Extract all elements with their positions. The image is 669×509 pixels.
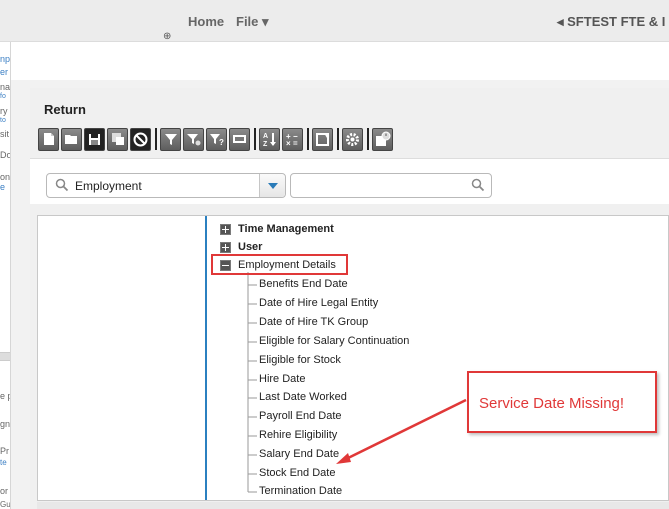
sidebar-fragment: e p <box>0 391 10 401</box>
sidebar-fragment[interactable]: te <box>0 458 7 467</box>
open-folder-icon[interactable] <box>61 127 82 151</box>
sidebar-fragment[interactable]: np <box>0 54 10 64</box>
callout-text: Service Date Missing! <box>479 395 625 412</box>
left-sidebar: np er na fo ry to sit Do on e e p gn Pr … <box>0 42 11 509</box>
annotation-arrow <box>336 398 467 464</box>
nav-file-menu[interactable]: File ▾ <box>236 14 269 30</box>
sidebar-fragment: Pr <box>0 446 9 456</box>
magnifier-icon <box>55 178 69 192</box>
tree-field[interactable]: Eligible for Salary Continuation <box>259 335 409 347</box>
field-search-input[interactable] <box>290 173 492 198</box>
category-value: Employment <box>75 179 142 193</box>
top-nav-bar: Home File ▾ ◂ SFTEST FTE & I ⊕ <box>0 0 669 42</box>
date-icon[interactable] <box>229 127 250 151</box>
sidebar-fragment: sit <box>0 129 9 139</box>
tree-group-user[interactable]: User <box>238 241 262 253</box>
nav-home-link[interactable]: Home <box>188 14 224 29</box>
toolbar-separator <box>254 128 256 150</box>
sidebar-fragment: Gu <box>0 500 11 509</box>
toolbar: ? AZ + − × = <box>38 126 395 152</box>
sidebar-fragment: or <box>0 486 9 496</box>
save-icon[interactable] <box>84 127 105 151</box>
annotation-callout: Service Date Missing! <box>467 371 657 433</box>
tree-field[interactable]: Eligible for Stock <box>259 354 341 366</box>
svg-text:A: A <box>263 133 268 140</box>
filter-settings-icon[interactable] <box>183 127 204 151</box>
sort-az-icon[interactable]: AZ <box>259 127 280 151</box>
toolbar-separator <box>337 128 339 150</box>
tree-field[interactable]: Date of Hire Legal Entity <box>259 297 378 309</box>
highlight-box <box>211 254 348 275</box>
sidebar-fragment: Do <box>0 150 11 160</box>
search-icon[interactable] <box>471 178 485 192</box>
tree-group-time-management[interactable]: Time Management <box>238 223 334 235</box>
sidebar-divider <box>0 352 10 361</box>
tree-field[interactable]: Termination Date <box>259 485 342 497</box>
tree-field[interactable]: Rehire Eligibility <box>259 429 337 441</box>
sidebar-fragment: gn <box>0 419 11 429</box>
schedule-icon[interactable] <box>372 127 393 151</box>
cancel-icon[interactable] <box>130 127 151 151</box>
chevron-down-icon <box>268 183 278 189</box>
filter-help-icon[interactable]: ? <box>206 127 227 151</box>
sidebar-fragment[interactable]: fo <box>0 93 6 100</box>
settings-icon[interactable] <box>342 127 363 151</box>
header-spacer <box>11 42 669 80</box>
sidebar-fragment[interactable]: e <box>0 182 5 192</box>
dialog-title: Return <box>44 102 86 117</box>
refresh-icon[interactable] <box>312 127 333 151</box>
panel-bottom-bar <box>37 502 669 509</box>
save-as-icon[interactable] <box>107 127 128 151</box>
expand-user-icon[interactable] <box>220 242 231 253</box>
tree-field[interactable]: Stock End Date <box>259 467 335 479</box>
sidebar-fragment: on <box>0 172 11 182</box>
nav-company-selector[interactable]: ◂ SFTEST FTE & I <box>557 14 665 30</box>
svg-text:×: × <box>286 139 291 147</box>
category-combobox[interactable]: Employment <box>46 173 286 198</box>
toolbar-separator <box>155 128 157 150</box>
svg-text:=: = <box>293 139 298 147</box>
toolbar-separator <box>367 128 369 150</box>
tree-field[interactable]: Benefits End Date <box>259 278 348 290</box>
expand-time-management-icon[interactable] <box>220 224 231 235</box>
new-document-icon[interactable] <box>38 127 59 151</box>
tree-field[interactable]: Salary End Date <box>259 448 339 460</box>
sidebar-fragment[interactable]: to <box>0 117 6 124</box>
sidebar-fragment: ry <box>0 106 8 116</box>
sidebar-fragment[interactable]: er <box>0 67 8 77</box>
category-dropdown-button[interactable] <box>259 174 285 197</box>
toolbar-separator <box>307 128 309 150</box>
search-bar: Employment <box>30 158 669 204</box>
tree-field[interactable]: Hire Date <box>259 373 305 385</box>
sidebar-fragment: na <box>0 82 11 92</box>
pin-icon[interactable]: ⊕ <box>163 31 171 42</box>
svg-text:?: ? <box>219 138 224 146</box>
calculator-icon[interactable]: + − × = <box>282 127 303 151</box>
filter-icon[interactable] <box>160 127 181 151</box>
tree-field[interactable]: Date of Hire TK Group <box>259 316 368 328</box>
svg-text:Z: Z <box>263 141 268 147</box>
